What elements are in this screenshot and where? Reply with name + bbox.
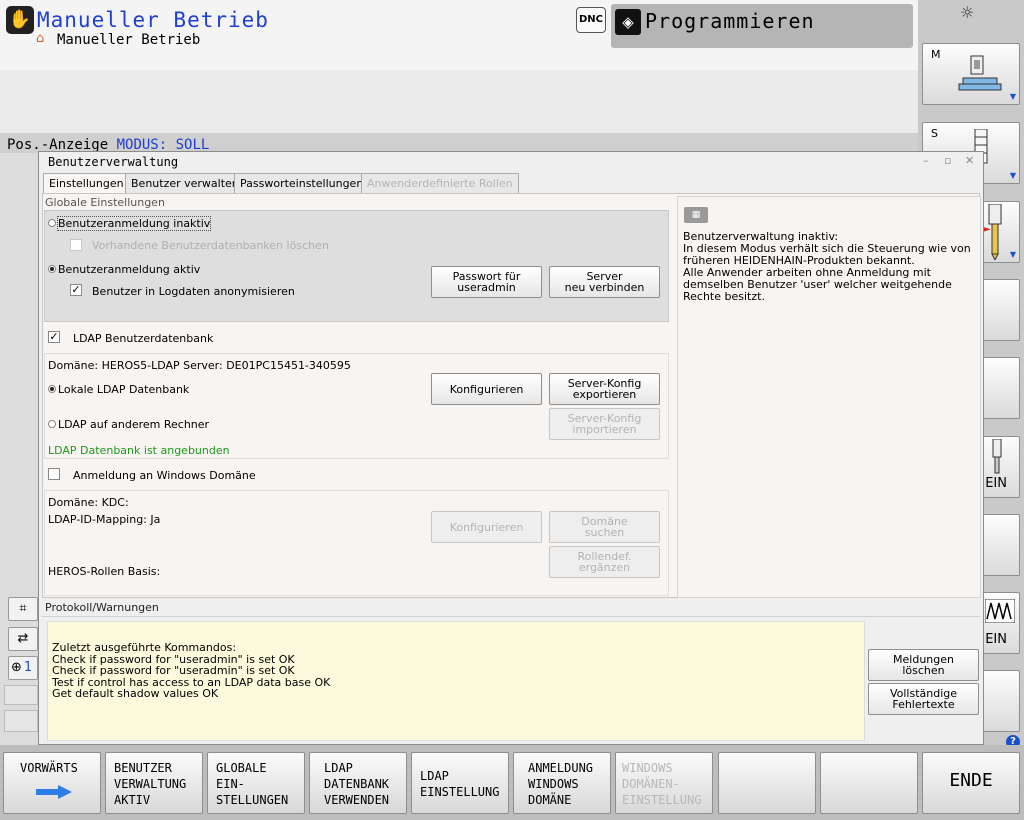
windows-domain-label: Anmeldung an Windows Domäne xyxy=(73,469,256,482)
info-text: Benutzerverwaltung inaktiv: In diesem Mo… xyxy=(683,230,971,303)
minimize-icon[interactable]: – xyxy=(923,154,929,167)
home-icon: ⌂ xyxy=(36,31,45,46)
log-heading: Protokoll/Warnungen xyxy=(45,601,159,614)
login-inactive-radio[interactable] xyxy=(48,219,56,227)
heros-roles-base: HEROS-Rollen Basis: xyxy=(48,565,161,578)
local-ldap-radio[interactable] xyxy=(48,385,56,393)
arrow-right-icon: ► xyxy=(983,224,991,235)
user-management-dialog: Benutzerverwaltung – ▫ ✕ Einstellungen B… xyxy=(38,151,984,745)
softkey-blank-7[interactable] xyxy=(718,752,816,814)
mode-title: Manueller Betrieb xyxy=(37,8,269,32)
anonymize-label: Benutzer in Logdaten anonymisieren xyxy=(92,285,295,298)
programming-icon: ◈ xyxy=(615,9,641,35)
windows-domain-checkbox[interactable] xyxy=(48,468,60,480)
dialog-title: Benutzerverwaltung xyxy=(48,155,179,169)
global-settings-heading: Globale Einstellungen xyxy=(45,196,165,209)
ldap-label: LDAP Benutzerdatenbank xyxy=(73,332,214,345)
tab-einstellungen[interactable]: Einstellungen xyxy=(43,173,130,194)
close-icon[interactable]: ✕ xyxy=(965,154,974,167)
machine-icon xyxy=(958,55,1002,91)
login-active-option[interactable]: Benutzeranmeldung aktiv xyxy=(48,263,200,276)
status-counter[interactable]: ⊕ 1 xyxy=(8,656,38,680)
keyboard-icon[interactable]: ▦ xyxy=(684,207,708,223)
counter-value: 1 xyxy=(23,660,33,675)
add-role-definitions-button: Rollendef. ergänzen xyxy=(549,546,660,578)
dropdown-arrow-icon: ▼ xyxy=(1009,171,1016,180)
import-server-config-button: Server-Konfig importieren xyxy=(549,408,660,440)
windows-configure-button: Konfigurieren xyxy=(431,511,542,543)
maximize-icon[interactable]: ▫ xyxy=(944,154,951,167)
windows-domain-info: Domäne: KDC: xyxy=(48,496,129,509)
login-inactive-option[interactable]: Benutzeranmeldung inaktiv xyxy=(48,216,212,231)
ldap-checkbox[interactable]: ✓ xyxy=(48,331,60,343)
wave-icon xyxy=(985,599,1015,623)
remote-ldap-radio[interactable] xyxy=(48,420,56,428)
frame-icon[interactable]: ⌗ xyxy=(8,597,38,621)
full-error-texts-button[interactable]: Vollständige Fehlertexte xyxy=(868,683,979,715)
softkey-windows-domain-login[interactable]: ANMELDUNG WINDOWS DOMÄNE xyxy=(513,752,611,814)
arrow-right-icon xyxy=(36,785,72,799)
softkey-forward[interactable]: VORWÄRTS xyxy=(3,752,101,814)
tab-anwenderdefinierte-rollen: Anwenderdefinierte Rollen xyxy=(361,173,519,193)
brightness-icon[interactable]: ☼ xyxy=(960,3,974,22)
dnc-button[interactable]: DNC xyxy=(576,7,606,33)
delete-databases-checkbox xyxy=(70,239,82,251)
tab-passworteinstellungen[interactable]: Passworteinstellungen xyxy=(234,173,370,193)
left-slot xyxy=(4,685,38,705)
softkey-use-ldap-database[interactable]: LDAP DATENBANK VERWENDEN xyxy=(309,752,407,814)
info-panel: ▦ Benutzerverwaltung inaktiv: In diesem … xyxy=(677,196,981,598)
log-output: Zuletzt ausgeführte Kommandos: Check if … xyxy=(47,621,865,741)
divider xyxy=(42,616,980,617)
m-function-button[interactable]: M ▼ xyxy=(922,43,1020,105)
remote-ldap-option[interactable]: LDAP auf anderem Rechner xyxy=(48,418,209,431)
ldap-domain-info: Domäne: HEROS5-LDAP Server: DE01PC15451-… xyxy=(48,359,351,372)
ldap-status: LDAP Datenbank ist angebunden xyxy=(48,444,230,457)
transfer-icon[interactable]: ⇄ xyxy=(8,627,38,651)
clear-messages-button[interactable]: Meldungen löschen xyxy=(868,649,979,681)
hand-mode-icon: ✋ xyxy=(6,6,34,34)
ldap-id-mapping: LDAP-ID-Mapping: Ja xyxy=(48,513,161,526)
windows-domain-group xyxy=(44,490,669,596)
softkey-windows-domain-settings: WINDOWS DOMÄNEN- EINSTELLUNG xyxy=(615,752,713,814)
local-ldap-option[interactable]: Lokale LDAP Datenbank xyxy=(48,383,189,396)
anonymize-checkbox[interactable]: ✓ xyxy=(70,284,82,296)
softkey-global-settings[interactable]: GLOBALE EIN- STELLUNGEN xyxy=(207,752,305,814)
password-useradmin-button[interactable]: Passwort für useradmin xyxy=(431,266,542,298)
login-active-radio[interactable] xyxy=(48,265,56,273)
coolant-icon xyxy=(992,439,1002,474)
programming-title: Programmieren xyxy=(645,9,815,33)
left-slot xyxy=(4,710,38,732)
workspace-area xyxy=(0,70,918,133)
softkey-user-management-active[interactable]: BENUTZER VERWALTUNG AKTIV xyxy=(105,752,203,814)
mode-subtitle: Manueller Betrieb xyxy=(57,32,201,48)
ldap-configure-button[interactable]: Konfigurieren xyxy=(431,373,542,405)
softkey-ldap-settings[interactable]: LDAP EINSTELLUNG xyxy=(411,752,509,814)
dropdown-arrow-icon: ▼ xyxy=(1009,92,1016,101)
search-domain-button: Domäne suchen xyxy=(549,511,660,543)
reconnect-server-button[interactable]: Server neu verbinden xyxy=(549,266,660,298)
tab-benutzer-verwalten[interactable]: Benutzer verwalten xyxy=(125,173,245,193)
dropdown-arrow-icon: ▼ xyxy=(1009,250,1016,259)
signal-status: EIN xyxy=(985,632,1007,647)
settings-content: Globale Einstellungen Benutzeranmeldung … xyxy=(42,193,981,598)
coolant-status: EIN xyxy=(985,476,1007,491)
softkey-end[interactable]: ENDE xyxy=(922,752,1020,814)
position-display-line: Pos.-Anzeige MODUS: SOLL xyxy=(0,133,918,153)
softkey-blank-8[interactable] xyxy=(820,752,918,814)
delete-databases-label: Vorhandene Benutzerdatenbanken löschen xyxy=(92,239,329,252)
export-server-config-button[interactable]: Server-Konfig exportieren xyxy=(549,373,660,405)
